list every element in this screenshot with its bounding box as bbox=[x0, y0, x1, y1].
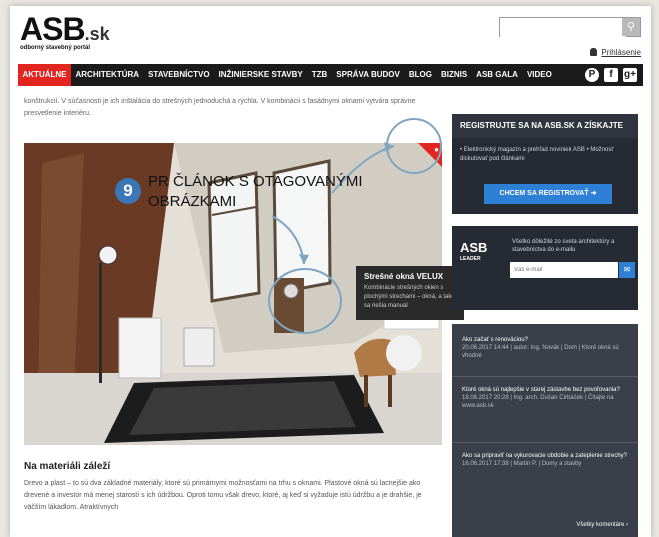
nav-item-sprava-budov[interactable]: SPRÁVA BUDOV bbox=[332, 64, 405, 86]
arrow-right-icon: ➜ bbox=[590, 190, 597, 197]
search-icon[interactable]: ⚲ bbox=[622, 18, 640, 36]
tooltip-title: Strešné okná VELUX bbox=[364, 272, 444, 281]
image-tag-tooltip[interactable]: Strešné okná VELUX Kombinácie strešných … bbox=[356, 266, 464, 320]
comment-question: Ako sa pripraviť na vykurovacie obdobie … bbox=[462, 453, 628, 459]
site-logo[interactable]: ASB.sk odborný stavebný portál bbox=[20, 11, 110, 51]
annotation-circle-corner bbox=[386, 118, 442, 174]
newsletter-box: ASB LEADER Všetko dôležité zo sveta arch… bbox=[452, 226, 638, 310]
user-icon bbox=[590, 48, 598, 56]
newsletter-text: Všetko dôležité zo sveta architektúry a … bbox=[512, 239, 615, 253]
register-button[interactable]: CHCEM SA REGISTROVAŤ ➜ bbox=[484, 184, 612, 204]
comment-meta: 16.06.2017 17:38 | Martin P. | Domy a st… bbox=[462, 461, 582, 467]
pinterest-icon[interactable]: P bbox=[585, 68, 599, 82]
page: ASB.sk odborný stavebný portál ⚲ Prihlás… bbox=[10, 6, 651, 537]
article-intro: konštrukcií. V súčasnosti je ich inštalá… bbox=[24, 98, 416, 117]
newsletter-email-input[interactable] bbox=[510, 262, 618, 278]
nav-item-biznis[interactable]: BIZNIS bbox=[436, 64, 471, 86]
annotation-text: PR ČLÁNOK S OTAGOVANÝMI OBRÁZKAMI bbox=[148, 173, 363, 210]
nav-item-tzb[interactable]: TZB bbox=[307, 64, 332, 86]
annotation-circle-tag bbox=[268, 268, 342, 334]
search-box: ⚲ bbox=[499, 17, 641, 37]
nav-item-architektura[interactable]: ARCHITEKTÚRA bbox=[71, 64, 144, 86]
facebook-icon[interactable]: f bbox=[604, 68, 618, 82]
logo-text: ASB bbox=[20, 11, 86, 47]
article-body: Drevo a plast – to sú dva základné mater… bbox=[24, 480, 422, 511]
annotation-number: 9 bbox=[115, 178, 141, 204]
main-nav: AKTUÁLNE ARCHITEKTÚRA STAVEBNÍCTVO INŽIN… bbox=[18, 64, 643, 86]
register-text: • Elektronický magazín a prehľad novinie… bbox=[460, 147, 614, 162]
nav-item-stavebnictvo[interactable]: STAVEBNÍCTVO bbox=[144, 64, 214, 86]
register-button-label: CHCEM SA REGISTROVAŤ bbox=[499, 190, 589, 197]
register-box: REGISTRUJTE SA NA ASB.SK A ZÍSKAJTE • El… bbox=[452, 114, 638, 214]
nav-item-blog[interactable]: BLOG bbox=[404, 64, 436, 86]
logo-tagline: odborný stavebný portál bbox=[20, 45, 91, 51]
logo-tld: .sk bbox=[84, 24, 110, 44]
login-link[interactable]: Prihlásenie bbox=[590, 48, 641, 57]
comment-question: Ktoré okná sú najlepšie v starej zástavb… bbox=[462, 387, 620, 393]
comment-item[interactable]: Ako sa pripraviť na vykurovacie obdobie … bbox=[462, 452, 630, 468]
search-input[interactable] bbox=[500, 20, 626, 37]
comment-divider bbox=[452, 376, 638, 377]
register-heading: REGISTRUJTE SA NA ASB.SK A ZÍSKAJTE bbox=[452, 114, 638, 138]
comment-meta: 20.06.2017 14:44 | autor: Ing. Novák | D… bbox=[462, 345, 619, 359]
login-label: Prihlásenie bbox=[601, 48, 641, 57]
newsletter-logo: ASB bbox=[460, 240, 488, 255]
comment-question: Ako začať s renováciou? bbox=[462, 337, 528, 343]
nav-item-asb-gala[interactable]: ASB GALA bbox=[472, 64, 523, 86]
comment-item[interactable]: Ako začať s renováciou? 20.06.2017 14:44… bbox=[462, 336, 630, 360]
envelope-icon[interactable]: ✉ bbox=[619, 262, 635, 278]
comment-item[interactable]: Ktoré okná sú najlepšie v starej zástavb… bbox=[462, 386, 630, 410]
nav-item-video[interactable]: VIDEO bbox=[522, 64, 556, 86]
googleplus-icon[interactable]: g+ bbox=[623, 68, 637, 82]
all-comments-link[interactable]: Všetky komentáre › bbox=[576, 522, 628, 528]
tooltip-description: Kombinácie strešných okien s plochými st… bbox=[364, 285, 455, 309]
newsletter-logo-sub: LEADER bbox=[460, 256, 481, 262]
section-heading: Na materiáli záleží bbox=[24, 461, 111, 472]
comments-box: Ako začať s renováciou? 20.06.2017 14:44… bbox=[452, 324, 638, 537]
social-links: P f g+ bbox=[585, 68, 643, 82]
nav-item-aktualne[interactable]: AKTUÁLNE bbox=[18, 64, 71, 86]
nav-item-inzinierske-stavby[interactable]: INŽINIERSKE STAVBY bbox=[214, 64, 307, 86]
comment-divider bbox=[452, 442, 638, 443]
comment-meta: 18.06.2017 20:28 | Ing. arch. Dušan Cirb… bbox=[462, 395, 614, 409]
